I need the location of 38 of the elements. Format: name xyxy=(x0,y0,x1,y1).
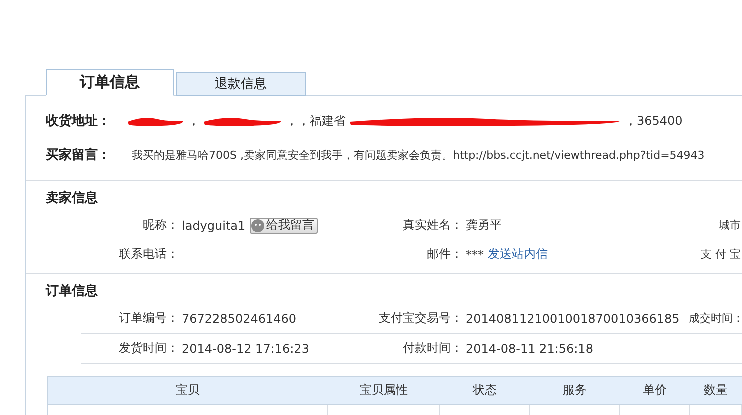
column-header: 数量 xyxy=(703,382,729,399)
buyer-message: 我买的是雅马哈700S ,卖家同意安全到我手，有问题卖家会负责。http://bbs.ccjt.net/viewthread.php?tid=54943 xyxy=(131,148,705,162)
address-text: ，福建省 xyxy=(298,112,346,130)
field-label: 邮件： xyxy=(427,246,463,263)
column-header: 服务 xyxy=(562,382,588,399)
tab[interactable]: 订单信息 xyxy=(46,69,174,96)
field-label: 付款时间： xyxy=(403,340,463,357)
field-label: 订单编号： xyxy=(119,310,179,327)
field-value: ladyguita1 xyxy=(182,218,246,232)
field-label: 成交时间： xyxy=(689,311,742,326)
field-value: 2014-08-12 17:16:23 xyxy=(182,342,310,356)
field-label: 支 付 宝 xyxy=(701,247,741,262)
address-text: ，365400 xyxy=(625,112,683,130)
tab[interactable]: 退款信息 xyxy=(176,72,306,96)
field-value: *** xyxy=(466,248,484,262)
field-label: 发货时间： xyxy=(119,340,179,357)
column-header: 单价 xyxy=(642,382,668,399)
address-text: ， xyxy=(188,112,200,130)
send-message-link[interactable]: 发送站内信 xyxy=(488,246,548,263)
message-label: 买家留言： xyxy=(46,146,112,164)
section-title: 订单信息 xyxy=(44,283,99,301)
column-header: 宝贝 xyxy=(175,382,201,399)
address-text: ， xyxy=(286,112,298,130)
chat-face-icon xyxy=(250,218,265,232)
section-title: 卖家信息 xyxy=(45,190,99,208)
field-label: 城市 xyxy=(719,218,741,233)
field-label: 联系电话： xyxy=(119,246,179,263)
field-value: 2014081121001001870010366185 xyxy=(466,312,680,326)
column-header: 状态 xyxy=(472,382,498,399)
field-value: 2014-08-11 21:56:18 xyxy=(466,342,594,356)
message-button[interactable]: 给我留言 xyxy=(250,218,318,234)
field-label: 昵称： xyxy=(143,217,179,234)
address-label: 收货地址： xyxy=(46,113,112,130)
field-label: 真实姓名： xyxy=(403,217,463,234)
field-value: 767228502461460 xyxy=(182,312,297,326)
field-label: 支付宝交易号： xyxy=(379,310,463,327)
field-value: 龚勇平 xyxy=(466,217,502,234)
column-header: 宝贝属性 xyxy=(359,382,409,399)
